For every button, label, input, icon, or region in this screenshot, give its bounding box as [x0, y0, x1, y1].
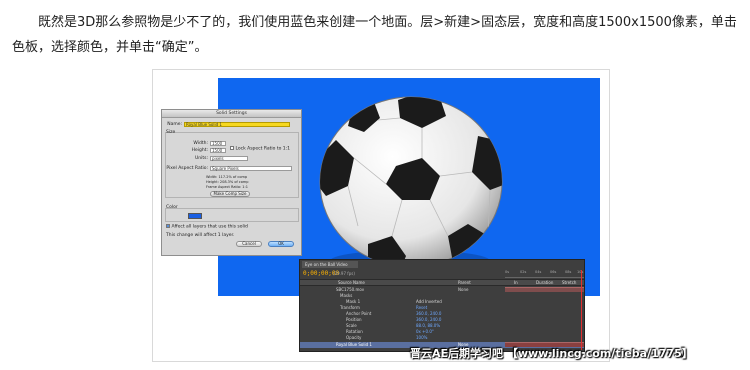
col-in[interactable]: In — [514, 280, 518, 286]
article-paragraph: 既然是3D那么参照物是少不了的，我们使用蓝色来创建一个地面。层>新建>固态层，宽… — [12, 15, 737, 55]
playhead[interactable] — [581, 270, 582, 350]
height-label: Height: — [191, 148, 208, 153]
color-group-label: Color — [166, 205, 178, 210]
solid-settings-dialog: Solid Settings Name: Royal Blue Solid 1 … — [161, 109, 302, 256]
property-row[interactable]: Opacity 100% — [300, 335, 584, 341]
col-duration[interactable]: Duration — [536, 280, 553, 286]
property-value[interactable]: 100% — [416, 335, 427, 341]
col-source-name[interactable]: Source Name — [338, 280, 365, 286]
change-note: This change will affect 1 layer. — [166, 233, 235, 238]
par-select[interactable]: Square Pixels — [210, 166, 292, 171]
cancel-button[interactable]: Cancel — [236, 241, 262, 247]
time-ruler[interactable]: 0s 02s 04s 06s 08s 10s — [505, 270, 584, 278]
width-label: Width: — [193, 141, 208, 146]
info-frame-aspect: Frame Aspect Ratio: 1:1 — [206, 185, 248, 189]
units-label: Units: — [194, 156, 208, 161]
lock-aspect-checkbox[interactable] — [230, 146, 234, 150]
ruler-tick: 0s — [505, 270, 510, 274]
solid-name-field[interactable]: Royal Blue Solid 1 — [184, 122, 290, 127]
ruler-tick: 06s — [550, 270, 557, 274]
col-parent[interactable]: Parent — [458, 280, 471, 286]
soccer-ball-image — [319, 96, 503, 268]
width-field[interactable]: 1500 — [210, 141, 226, 146]
units-select[interactable]: pixels — [210, 156, 248, 161]
height-field[interactable]: 1500 — [210, 148, 226, 153]
layer-track-bar[interactable] — [505, 287, 584, 292]
layer-name: Royal Blue Solid 1 — [336, 342, 372, 347]
timeline-panel: Eye on the Ball Video 0;00;00;00 (29.97 … — [299, 259, 585, 352]
col-stretch[interactable]: Stretch — [562, 280, 576, 286]
name-label: Name: — [167, 122, 182, 127]
ruler-tick: 04s — [535, 270, 542, 274]
make-comp-size-button[interactable]: Make Comp Size — [210, 191, 250, 197]
color-swatch[interactable] — [188, 213, 202, 219]
affect-all-checkbox[interactable] — [166, 224, 170, 228]
dialog-title: Solid Settings — [162, 110, 301, 118]
timeline-tab[interactable]: Eye on the Ball Video — [302, 261, 358, 268]
property-label: Opacity — [346, 335, 362, 340]
size-group-label: Size — [166, 130, 176, 135]
lock-aspect-label: Lock Aspect Ratio to 1:1 — [235, 146, 291, 152]
ok-button[interactable]: OK — [268, 241, 294, 247]
ruler-tick: 08s — [565, 270, 572, 274]
affect-all-label: Affect all layers that use this solid — [171, 224, 248, 230]
color-group — [165, 208, 299, 222]
watermark-text: 晋云AE后期学习吧 【www.lincg.com/tieba/1775】 — [410, 347, 693, 360]
ruler-tick: 02s — [520, 270, 527, 274]
fps-label: (29.97 fps) — [333, 271, 355, 276]
layer-column-header: Source Name Parent In Duration Stretch — [300, 279, 584, 286]
par-label: Pixel Aspect Ratio: — [166, 166, 208, 171]
